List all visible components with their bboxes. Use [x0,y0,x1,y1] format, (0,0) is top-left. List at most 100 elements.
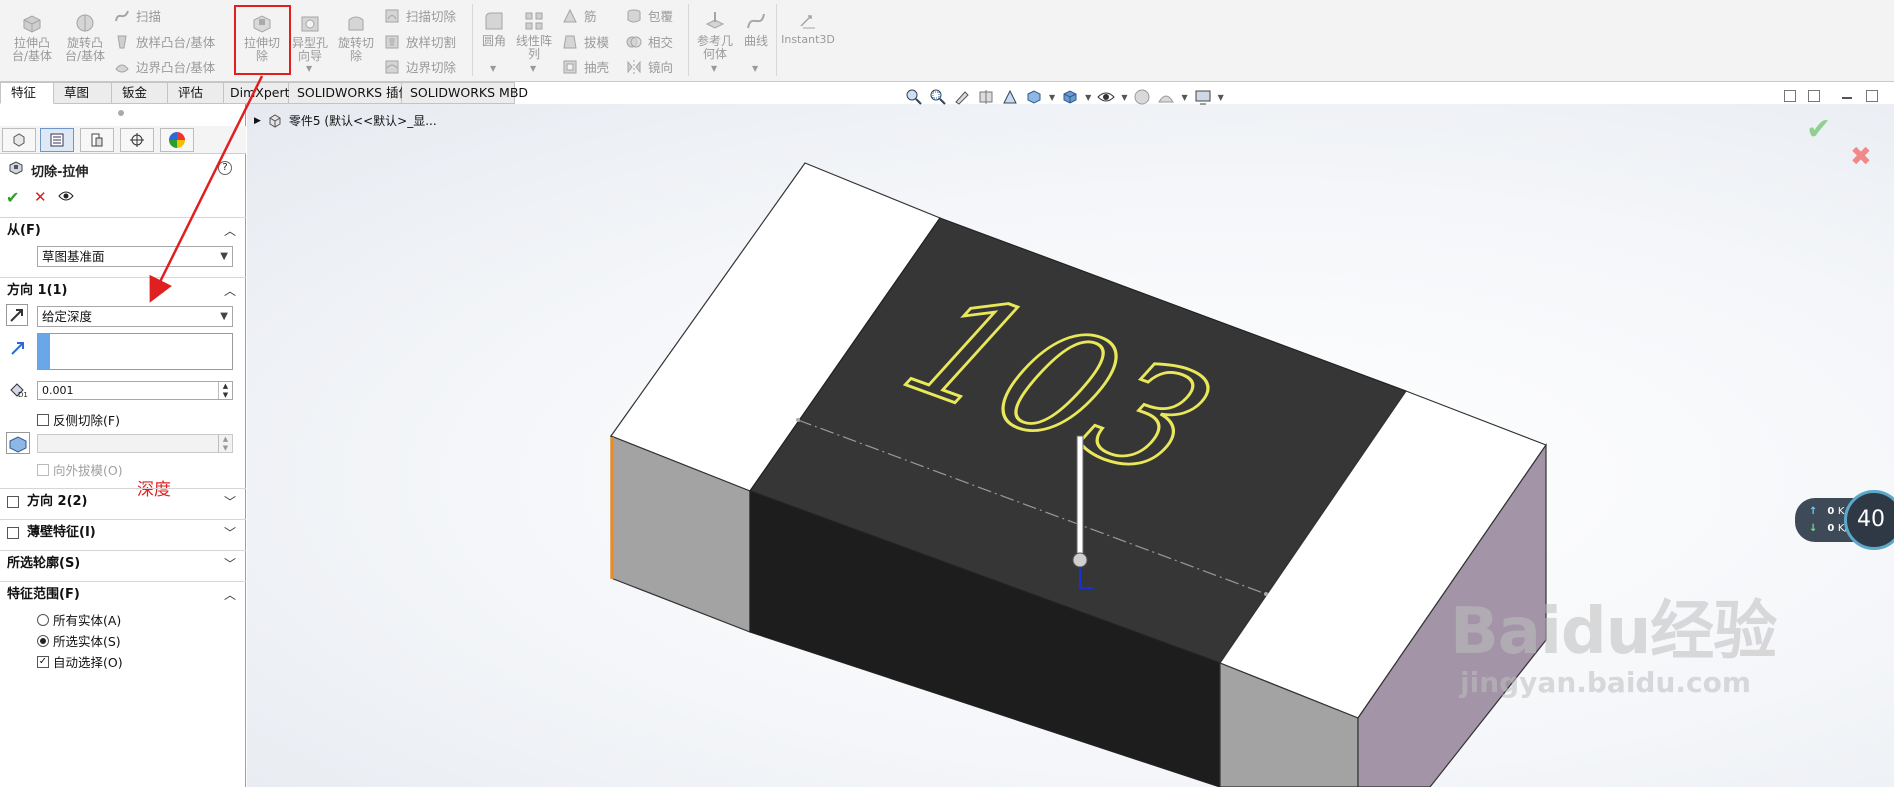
thin-feature-section-header[interactable]: 薄壁特征(I) ﹀ [0,519,246,545]
direction-vector-icon [11,342,24,355]
revolve-boss-button[interactable]: 旋转凸 台/基体 [62,12,108,63]
depth-input[interactable]: 0.001 ▲ ▼ [37,381,233,400]
scene-dropdown-icon[interactable]: ▼ [1181,93,1187,102]
hole-wizard-dropdown-icon[interactable]: ▼ [306,64,312,73]
from-section-header[interactable]: 从(F) ︿ [0,217,246,243]
shell-button[interactable]: 抽壳 [562,57,609,76]
loft-boss-button[interactable]: 放样凸台/基体 [114,32,215,51]
collapse-chevron-icon[interactable]: ︿ [224,278,236,304]
tab-sketch[interactable]: 草图 [54,82,112,104]
view-settings-dropdown-icon[interactable]: ▼ [1218,93,1224,102]
panel-splitter-dot[interactable] [118,110,124,116]
selected-contours-section-header[interactable]: 所选轮廓(S) ﹀ [0,550,246,576]
from-select[interactable]: 草图基准面 ▼ [37,246,233,267]
cancel-button[interactable]: ✕ [34,188,47,206]
flip-side-cut-checkbox[interactable]: 反侧切除(F) [37,410,120,429]
feature-manager-tab[interactable] [2,128,36,152]
draft-outward-checkbox[interactable]: 向外拔模(O) [37,460,123,479]
tab-dimxpert[interactable]: DimXpert [224,82,290,104]
linear-pattern-dropdown-icon[interactable]: ▼ [530,64,536,73]
tab-solidworks-addins[interactable]: SOLIDWORKS 插件 [289,82,411,104]
preview-eye-icon[interactable] [58,190,74,202]
rib-button[interactable]: 筋 [562,6,597,25]
mirror-button[interactable]: 镜向 [626,57,673,76]
handle-knob[interactable] [1072,552,1088,568]
extrude-boss-button[interactable]: 拉伸凸 台/基体 [10,12,54,63]
intersect-icon [626,36,642,47]
thin-feature-checkbox[interactable] [7,527,19,539]
hole-wizard-label: 异型孔 向导 [291,36,328,63]
viewport-maximize-icon[interactable] [1866,90,1878,102]
auto-select-checkbox[interactable]: ✓ 自动选择(O) [37,652,123,671]
selected-bodies-label: 所选实体(S) [53,634,121,649]
expand-chevron-icon[interactable]: ﹀ [224,520,236,546]
direction1-section-header[interactable]: 方向 1(1) ︿ [0,277,246,303]
view-orientation-dropdown-icon[interactable]: ▼ [1049,93,1055,102]
linear-pattern-label: 线性阵 列 [515,34,552,61]
draft-outward-label: 向外拔模(O) [53,463,123,478]
revolve-cut-button[interactable]: 旋转切 除 [334,12,378,63]
reverse-direction-button[interactable] [6,304,28,326]
tab-features[interactable]: 特征 [0,82,54,104]
viewport-minimize-icon[interactable] [1842,97,1852,99]
reference-geometry-button[interactable]: 参考几 何体 [692,10,738,61]
linear-pattern-button[interactable]: 线性阵 列 [514,10,554,61]
fillet-dropdown-icon[interactable]: ▼ [490,64,496,73]
end-condition-value: 给定深度 [42,309,93,324]
boundary-boss-icon [115,64,129,72]
display-manager-tab[interactable] [160,128,194,152]
expand-chevron-icon[interactable]: ﹀ [224,551,236,577]
tab-sheet-metal[interactable]: 钣金 [112,82,168,104]
collapse-chevron-icon[interactable]: ︿ [224,218,236,244]
direction1-section-label: 方向 1(1) [7,283,68,298]
reference-geometry-dropdown-icon[interactable]: ▼ [711,64,717,73]
collapse-chevron-icon[interactable]: ︿ [224,582,236,608]
wrap-button[interactable]: 包覆 [626,6,673,25]
display-style-dropdown-icon[interactable]: ▼ [1085,93,1091,102]
feature-scope-section-header[interactable]: 特征范围(F) ︿ [0,581,246,607]
selected-bodies-radio[interactable]: 所选实体(S) [37,631,121,650]
boundary-cut-icon [385,60,399,73]
hole-wizard-icon [301,16,319,32]
draft-angle-spinner[interactable]: ▲ ▼ [218,435,232,452]
expand-chevron-icon[interactable]: ﹀ [224,489,236,515]
reference-geometry-icon [705,12,725,29]
viewport-restore-left-icon[interactable] [1784,90,1796,102]
sweep-button[interactable]: 扫描 [114,6,161,25]
draft-angle-input[interactable]: ▲ ▼ [37,434,233,453]
draft-toggle-button[interactable] [6,432,30,454]
help-button[interactable]: ? [218,161,232,175]
instant3d-button[interactable]: Instant3D [780,14,836,46]
viewport-restore-right-icon[interactable] [1808,90,1820,102]
tab-solidworks-mbd[interactable]: SOLIDWORKS MBD [402,82,528,104]
direction2-section-header[interactable]: 方向 2(2) ﹀ [0,488,246,514]
fillet-button[interactable]: 圆角 [478,10,510,48]
draft-button[interactable]: 拔模 [562,32,609,51]
curves-button[interactable]: 曲线 [740,10,772,48]
loft-cut-button[interactable]: 放样切割 [384,32,456,51]
extrude-drag-handle[interactable] [1076,435,1084,559]
all-bodies-radio[interactable]: 所有实体(A) [37,610,121,629]
flip-side-cut-label: 反侧切除(F) [53,413,120,428]
mirror-label: 镜向 [648,60,674,75]
sweep-cut-button[interactable]: 扫描切除 [384,6,456,25]
boundary-boss-button[interactable]: 边界凸台/基体 [114,57,215,76]
property-manager-tab[interactable] [40,128,74,152]
revolve-boss-label: 旋转凸 台/基体 [64,36,106,63]
depth-spinner[interactable]: ▲ ▼ [218,382,232,399]
curves-dropdown-icon[interactable]: ▼ [752,64,758,73]
intersect-button[interactable]: 相交 [626,32,673,51]
direction2-checkbox[interactable] [7,496,19,508]
ok-button[interactable]: ✔ [6,188,19,207]
hole-wizard-button[interactable]: 异型孔 向导 [288,12,332,63]
tab-evaluate[interactable]: 评估 [168,82,224,104]
hide-show-dropdown-icon[interactable]: ▼ [1121,93,1127,102]
configuration-manager-tab[interactable] [80,128,114,152]
dimxpert-manager-tab[interactable] [120,128,154,152]
direction-selection-box[interactable] [37,333,233,370]
end-condition-select[interactable]: 给定深度 ▼ [37,306,233,327]
ribbon-separator [776,4,777,76]
d1-label: D1 [18,391,28,399]
boundary-cut-button[interactable]: 边界切除 [384,57,456,76]
network-speed-widget: ↑ 0 K/s ↓ 0 K/s 40 [1795,490,1894,550]
